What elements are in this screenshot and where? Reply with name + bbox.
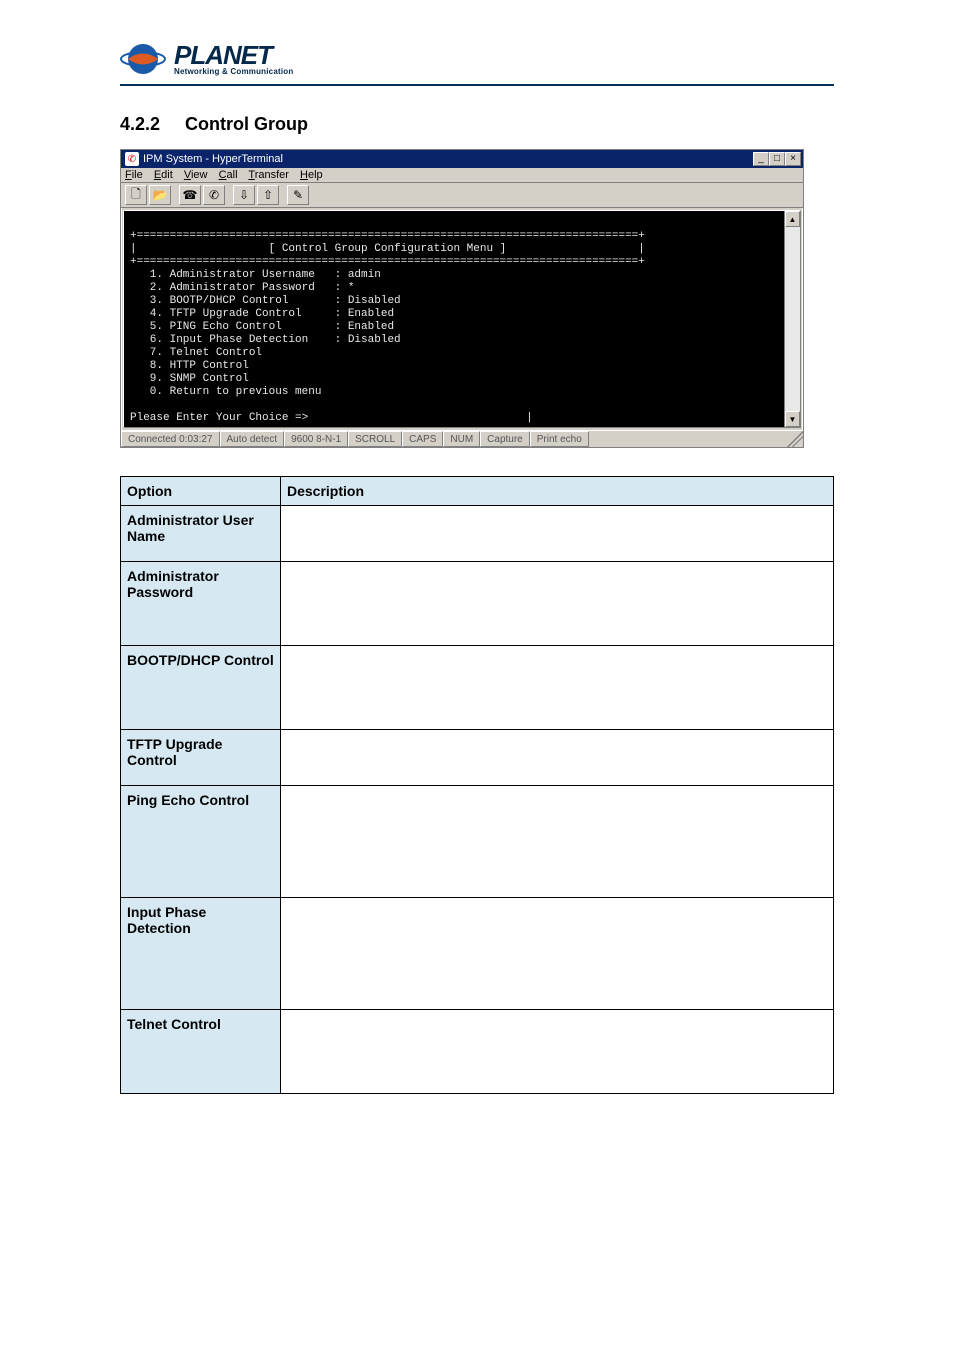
- section-number: 4.2.2: [120, 114, 180, 135]
- maximize-button[interactable]: □: [769, 152, 785, 166]
- brand-header: PLANET Networking & Communication: [120, 40, 834, 86]
- table-row: Ping Echo Control: [121, 786, 834, 898]
- brand-name: PLANET: [174, 42, 293, 68]
- option-label: Telnet Control: [121, 1010, 281, 1094]
- tool-connect-icon[interactable]: ☎: [179, 185, 201, 205]
- status-scroll: SCROLL: [348, 431, 402, 447]
- minimize-button[interactable]: _: [753, 152, 769, 166]
- tool-properties-icon[interactable]: ✎: [287, 185, 309, 205]
- tool-send-icon[interactable]: ⇩: [233, 185, 255, 205]
- status-capture: Capture: [480, 431, 530, 447]
- tool-new-icon[interactable]: 🗋: [125, 185, 147, 205]
- status-printecho: Print echo: [530, 431, 589, 447]
- option-label: Administrator Password: [121, 562, 281, 646]
- option-description: [281, 898, 834, 1010]
- option-description: [281, 506, 834, 562]
- th-description: Description: [281, 477, 834, 506]
- scroll-up-icon[interactable]: ▲: [785, 211, 800, 227]
- status-settings: 9600 8-N-1: [284, 431, 348, 447]
- option-description: [281, 786, 834, 898]
- table-row: BOOTP/DHCP Control: [121, 646, 834, 730]
- option-label: TFTP Upgrade Control: [121, 730, 281, 786]
- close-button[interactable]: ×: [785, 152, 801, 166]
- menu-view[interactable]: View: [184, 169, 208, 181]
- menu-edit[interactable]: Edit: [154, 169, 173, 181]
- menu-call[interactable]: Call: [219, 169, 238, 181]
- brand-tagline: Networking & Communication: [174, 68, 293, 76]
- section-heading: 4.2.2 Control Group: [120, 114, 834, 135]
- table-row: Telnet Control: [121, 1010, 834, 1094]
- option-label: BOOTP/DHCP Control: [121, 646, 281, 730]
- scroll-down-icon[interactable]: ▼: [785, 411, 800, 427]
- table-row: Administrator User Name: [121, 506, 834, 562]
- tool-open-icon[interactable]: 📂: [149, 185, 171, 205]
- menubar: File Edit View Call Transfer Help: [121, 168, 803, 183]
- options-table: Option Description Administrator User Na…: [120, 476, 834, 1094]
- resize-grip-icon[interactable]: [787, 431, 803, 447]
- window-titlebar: ✆ IPM System - HyperTerminal _ □ ×: [121, 150, 803, 168]
- table-row: TFTP Upgrade Control: [121, 730, 834, 786]
- menu-transfer[interactable]: Transfer: [248, 169, 289, 181]
- option-label: Input Phase Detection: [121, 898, 281, 1010]
- terminal-output: +=======================================…: [124, 211, 784, 427]
- option-description: [281, 562, 834, 646]
- toolbar: 🗋 📂 ☎ ✆ ⇩ ⇧ ✎: [121, 183, 803, 208]
- status-caps: CAPS: [402, 431, 443, 447]
- status-detect: Auto detect: [220, 431, 285, 447]
- option-description: [281, 1010, 834, 1094]
- option-label: Ping Echo Control: [121, 786, 281, 898]
- status-num: NUM: [443, 431, 480, 447]
- table-row: Input Phase Detection: [121, 898, 834, 1010]
- planet-logo-icon: [120, 40, 166, 78]
- option-label: Administrator User Name: [121, 506, 281, 562]
- hyperterminal-window: ✆ IPM System - HyperTerminal _ □ × File …: [120, 149, 804, 448]
- tool-receive-icon[interactable]: ⇧: [257, 185, 279, 205]
- menu-help[interactable]: Help: [300, 169, 323, 181]
- section-title: Control Group: [185, 114, 308, 134]
- status-connected: Connected 0:03:27: [121, 431, 220, 447]
- menu-file[interactable]: File: [125, 169, 143, 181]
- option-description: [281, 730, 834, 786]
- statusbar: Connected 0:03:27 Auto detect 9600 8-N-1…: [121, 430, 803, 447]
- tool-disconnect-icon[interactable]: ✆: [203, 185, 225, 205]
- option-description: [281, 646, 834, 730]
- app-icon: ✆: [125, 152, 139, 166]
- window-title: IPM System - HyperTerminal: [143, 153, 283, 165]
- scrollbar[interactable]: ▲ ▼: [784, 211, 800, 427]
- scroll-track[interactable]: [785, 227, 800, 411]
- table-row: Administrator Password: [121, 562, 834, 646]
- th-option: Option: [121, 477, 281, 506]
